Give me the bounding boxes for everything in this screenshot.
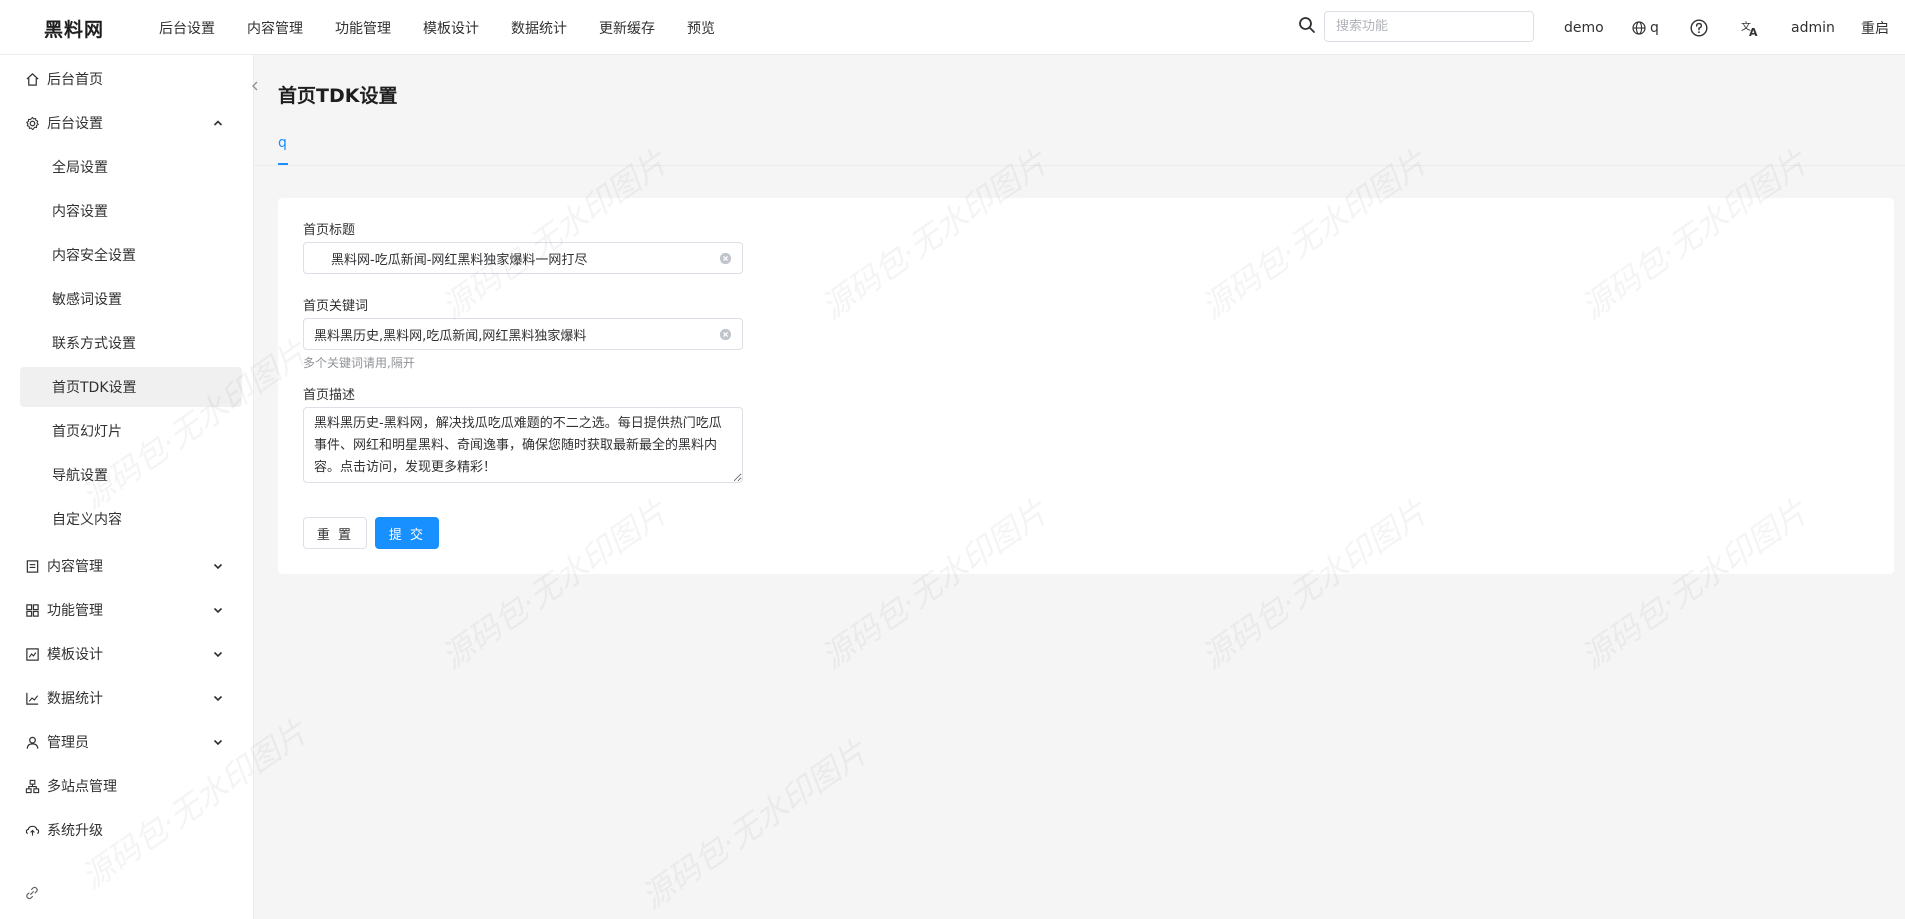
page-title: 首页TDK设置 bbox=[278, 85, 398, 107]
homepage-title-label: 首页标题 bbox=[303, 223, 356, 238]
restart-label: 重启 bbox=[1861, 20, 1889, 37]
sidebar-sub-content-security[interactable]: 内容安全设置 bbox=[20, 235, 242, 275]
upgrade-icon bbox=[25, 825, 40, 836]
search-input[interactable] bbox=[1324, 11, 1534, 42]
top-nav-preview[interactable]: 预览 bbox=[687, 18, 715, 38]
clear-icon[interactable] bbox=[719, 328, 732, 341]
sidebar: 后台首页 后台设置 全局设置 内容设置 内容安全设置 敏感词设置 联系方式设置 … bbox=[0, 55, 254, 919]
user-menu[interactable]: admin bbox=[1791, 0, 1835, 55]
clear-icon[interactable] bbox=[719, 252, 732, 265]
grid-icon bbox=[26, 603, 39, 617]
sidebar-item-label: 数据统计 bbox=[47, 691, 103, 707]
sidebar-item-templates[interactable]: 模板设计 bbox=[0, 634, 254, 674]
sidebar-item-system-upgrade[interactable]: 系统升级 bbox=[0, 810, 254, 850]
svg-text:A: A bbox=[1749, 26, 1758, 37]
sidebar-sub-homepage-slides[interactable]: 首页幻灯片 bbox=[20, 411, 242, 451]
tab-q[interactable]: q bbox=[278, 135, 287, 151]
sidebar-item-label: 功能管理 bbox=[47, 603, 103, 619]
user-icon bbox=[26, 736, 39, 749]
sidebar-sub-content-settings[interactable]: 内容设置 bbox=[20, 191, 242, 231]
homepage-keywords-label: 首页关键词 bbox=[303, 299, 369, 314]
sidebar-sub-label: 导航设置 bbox=[52, 468, 108, 484]
sidebar-item-label: 内容管理 bbox=[47, 559, 103, 575]
sidebar-sub-custom-content[interactable]: 自定义内容 bbox=[20, 499, 242, 539]
language-label: q bbox=[1650, 19, 1659, 36]
sidebar-sub-sensitive-words[interactable]: 敏感词设置 bbox=[20, 279, 242, 319]
sidebar-item-label: 管理员 bbox=[47, 735, 89, 751]
restart-button[interactable]: 重启 bbox=[1861, 0, 1889, 55]
link-icon[interactable] bbox=[25, 886, 39, 900]
homepage-keywords-input[interactable] bbox=[304, 319, 742, 349]
sidebar-sub-global-settings[interactable]: 全局设置 bbox=[20, 147, 242, 187]
top-nav-admin-settings[interactable]: 后台设置 bbox=[159, 18, 215, 38]
sites-icon bbox=[25, 779, 40, 793]
sidebar-sub-homepage-tdk[interactable]: 首页TDK设置 bbox=[20, 367, 242, 407]
homepage-title-input[interactable] bbox=[304, 243, 742, 273]
top-bar: 黑料网 后台设置 内容管理 功能管理 模板设计 数据统计 更新缓存 预览 dem… bbox=[0, 0, 1905, 55]
homepage-description-label: 首页描述 bbox=[303, 388, 356, 403]
user-name: admin bbox=[1791, 19, 1835, 36]
homepage-description-textarea[interactable]: 黑料黑历史-黑料网，解决找瓜吃瓜难题的不二之选。每日提供热门吃瓜事件、网红和明星… bbox=[303, 407, 743, 483]
site-switcher[interactable]: demo bbox=[1564, 0, 1604, 55]
language-switcher[interactable]: q bbox=[1632, 0, 1659, 55]
tdk-form-card: 首页标题 首页关键词 多个关键词请用,隔开 首页描述 黑料黑历史-黑料网，解决找… bbox=[278, 198, 1894, 574]
chart-icon bbox=[26, 692, 39, 705]
chevron-down-icon bbox=[213, 739, 223, 746]
chevron-down-icon bbox=[213, 563, 223, 570]
sidebar-item-label: 系统升级 bbox=[47, 823, 103, 839]
sidebar-item-statistics[interactable]: 数据统计 bbox=[0, 678, 254, 718]
top-nav-templates[interactable]: 模板设计 bbox=[423, 18, 479, 38]
search-icon[interactable] bbox=[1298, 16, 1316, 34]
top-nav: 后台设置 内容管理 功能管理 模板设计 数据统计 更新缓存 预览 bbox=[159, 0, 715, 55]
sidebar-sub-label: 自定义内容 bbox=[52, 512, 122, 528]
globe-icon bbox=[1632, 20, 1646, 35]
sidebar-sub-label: 内容安全设置 bbox=[52, 248, 136, 264]
sidebar-item-admin-settings[interactable]: 后台设置 bbox=[0, 103, 254, 143]
keywords-hint: 多个关键词请用,隔开 bbox=[303, 356, 415, 370]
sidebar-item-dashboard[interactable]: 后台首页 bbox=[0, 59, 254, 99]
sidebar-sub-label: 首页TDK设置 bbox=[52, 380, 137, 396]
sidebar-item-label: 后台设置 bbox=[47, 116, 103, 132]
sidebar-item-administrators[interactable]: 管理员 bbox=[0, 722, 254, 762]
sidebar-item-label: 多站点管理 bbox=[47, 779, 117, 795]
sidebar-sub-contact-settings[interactable]: 联系方式设置 bbox=[20, 323, 242, 363]
chevron-down-icon bbox=[213, 651, 223, 658]
sidebar-item-features[interactable]: 功能管理 bbox=[0, 590, 254, 630]
chevron-down-icon bbox=[213, 695, 223, 702]
site-name: demo bbox=[1564, 19, 1604, 36]
top-nav-content[interactable]: 内容管理 bbox=[247, 18, 303, 38]
help-icon bbox=[1690, 18, 1708, 37]
reset-button[interactable]: 重 置 bbox=[303, 517, 367, 549]
sidebar-sub-label: 联系方式设置 bbox=[52, 336, 136, 352]
chevron-up-icon bbox=[213, 120, 223, 126]
help-button[interactable] bbox=[1690, 0, 1708, 55]
sidebar-item-label: 模板设计 bbox=[47, 647, 103, 663]
translate-button[interactable]: 文 A bbox=[1741, 0, 1759, 55]
homepage-keywords-field-wrapper bbox=[303, 318, 743, 350]
sidebar-sub-label: 内容设置 bbox=[52, 204, 108, 220]
sidebar-item-content[interactable]: 内容管理 bbox=[0, 546, 254, 586]
chevron-down-icon bbox=[213, 607, 223, 614]
submit-button[interactable]: 提 交 bbox=[375, 517, 439, 549]
gear-icon bbox=[26, 116, 39, 130]
homepage-title-field-wrapper bbox=[303, 242, 743, 274]
top-nav-statistics[interactable]: 数据统计 bbox=[511, 18, 567, 38]
top-nav-update-cache[interactable]: 更新缓存 bbox=[599, 18, 655, 38]
sidebar-item-multisite[interactable]: 多站点管理 bbox=[0, 766, 254, 806]
main-content: 首页TDK设置 q 首页标题 首页关键词 多个关键词请用,隔开 首页描述 黑料黑… bbox=[254, 55, 1905, 919]
tab-divider bbox=[254, 165, 1905, 166]
template-icon bbox=[26, 647, 39, 661]
app-logo[interactable]: 黑料网 bbox=[44, 15, 104, 42]
sidebar-sub-navigation[interactable]: 导航设置 bbox=[20, 455, 242, 495]
translate-icon: 文 A bbox=[1741, 20, 1758, 37]
top-nav-features[interactable]: 功能管理 bbox=[335, 18, 391, 38]
sidebar-sub-label: 首页幻灯片 bbox=[52, 424, 122, 440]
document-icon bbox=[26, 559, 39, 573]
home-icon bbox=[26, 72, 39, 86]
sidebar-item-label: 后台首页 bbox=[47, 72, 103, 88]
sidebar-sub-label: 全局设置 bbox=[52, 160, 108, 176]
sidebar-sub-label: 敏感词设置 bbox=[52, 292, 122, 308]
